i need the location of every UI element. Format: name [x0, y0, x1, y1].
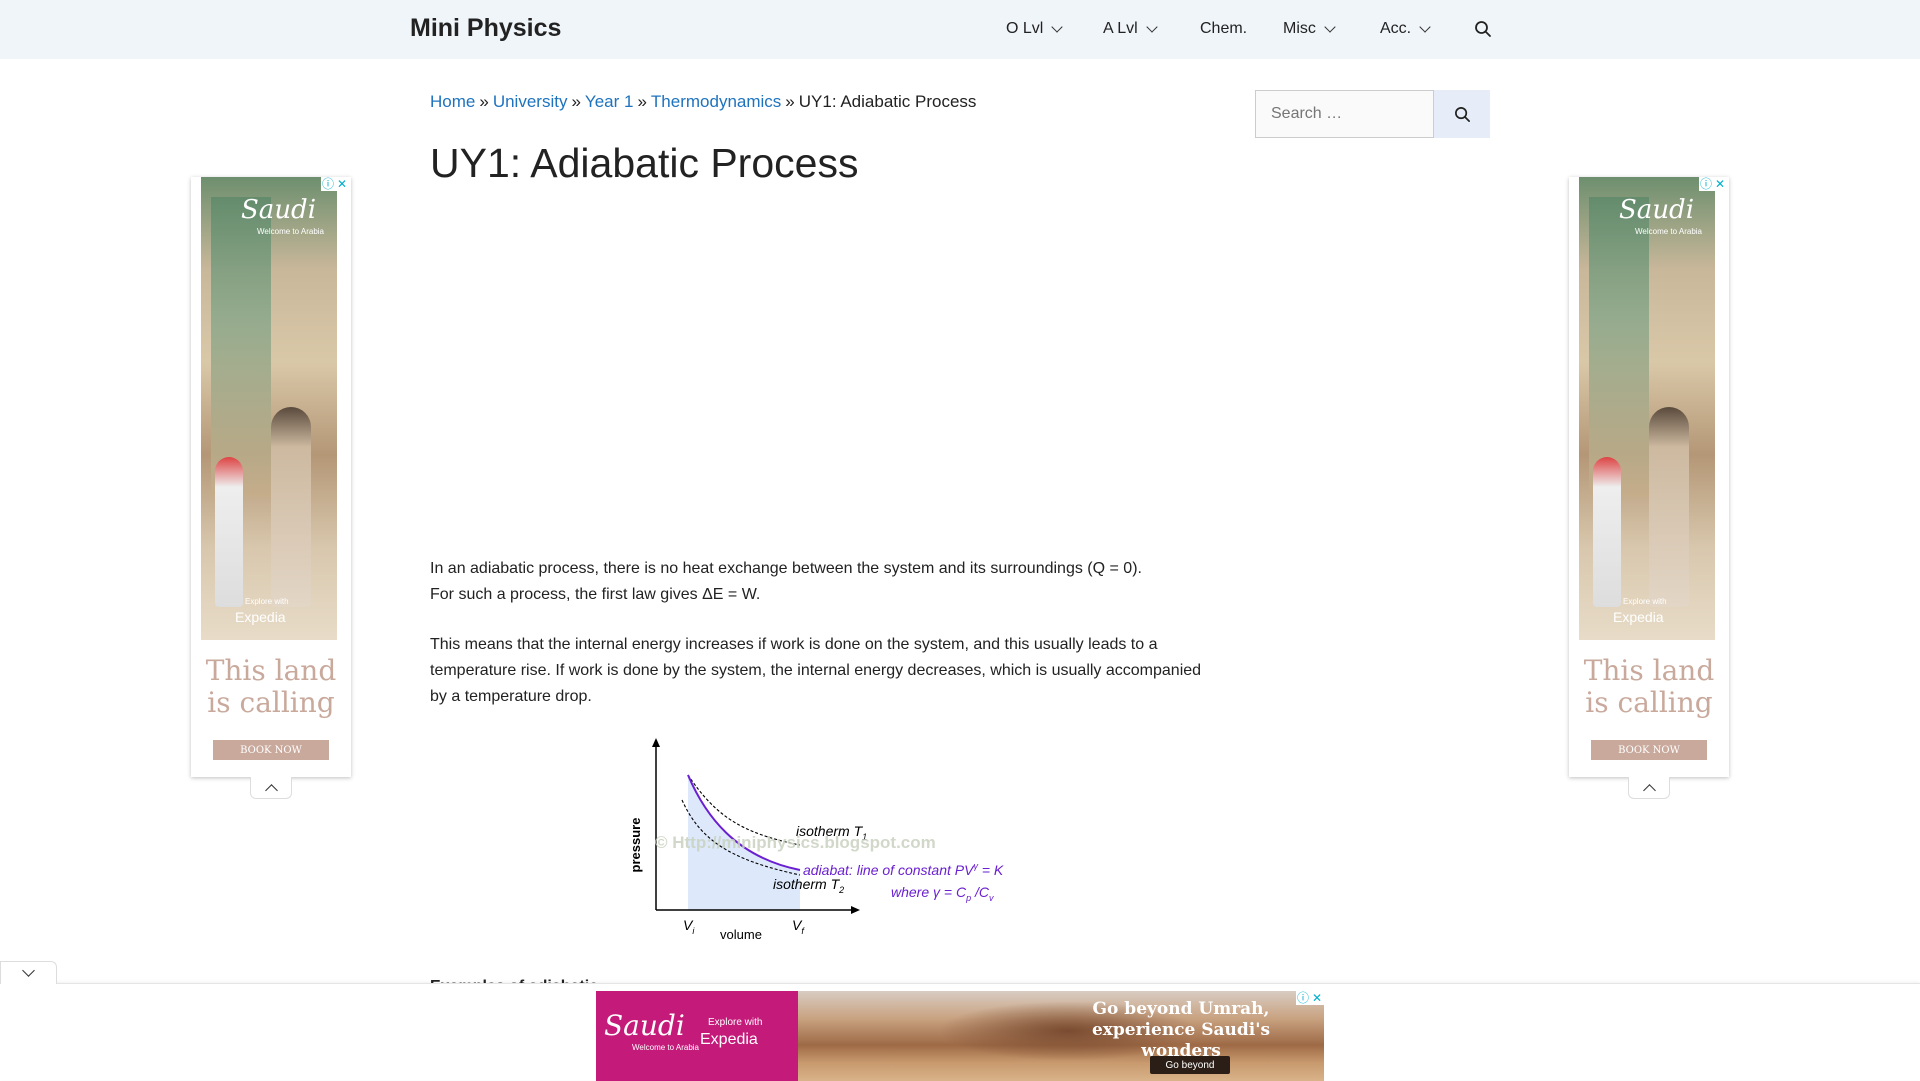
- svg-text:adiabat: line of constant PVγ: adiabat: line of constant PVγ = K: [803, 861, 1004, 878]
- svg-text:Vf: Vf: [792, 917, 805, 936]
- collapse-ad-button[interactable]: [250, 777, 292, 799]
- nav-item-o-lvl[interactable]: O Lvl: [1006, 20, 1064, 38]
- chevron-down-icon: [22, 964, 35, 977]
- isotherm-t2-label: isotherm T: [773, 876, 841, 892]
- ad-photo-building: [1589, 197, 1649, 497]
- chevron-down-icon: [1146, 21, 1158, 33]
- ad-book-now-button[interactable]: BOOK NOW: [213, 740, 329, 760]
- paragraph-line: For such a process, the first law gives …: [430, 586, 761, 603]
- collapse-ad-button[interactable]: [1628, 777, 1670, 799]
- ad-tagline: This land is calling: [1583, 654, 1715, 719]
- close-icon[interactable]: ✕: [335, 177, 349, 191]
- ad-photo: [201, 177, 337, 640]
- breadcrumb-link-home[interactable]: Home: [430, 92, 475, 111]
- nav-item-misc[interactable]: Misc: [1283, 20, 1336, 38]
- nav-label: Acc.: [1380, 20, 1412, 37]
- page-title: UY1: Adiabatic Process: [430, 140, 859, 186]
- chevron-down-icon: [1051, 21, 1064, 33]
- right-side-ad[interactable]: Saudi Welcome to Arabia Explore with Exp…: [1569, 177, 1729, 777]
- ad-photo-figure: [271, 407, 311, 607]
- collapse-bottom-ad-button[interactable]: [0, 961, 57, 984]
- x-axis-arrow: [851, 906, 860, 914]
- nav-label: O Lvl: [1006, 20, 1044, 37]
- vf-subscript: f: [801, 926, 805, 936]
- close-icon[interactable]: ✕: [1713, 177, 1727, 191]
- chevron-down-icon: [1419, 21, 1431, 33]
- left-side-ad[interactable]: Saudi Welcome to Arabia Explore with Exp…: [191, 177, 351, 777]
- breadcrumb-separator: »: [479, 92, 489, 111]
- nav-label: A Lvl: [1103, 20, 1138, 37]
- ad-brand-panel: Saudi Welcome to Arabia Explore with Exp…: [596, 991, 798, 1081]
- search-icon: [1454, 106, 1470, 122]
- paragraph-line: In an adiabatic process, there is no hea…: [430, 560, 1142, 577]
- ad-brand: Saudi: [241, 195, 317, 225]
- ad-photo-figure: [1593, 457, 1621, 607]
- vi-subscript: i: [692, 926, 695, 936]
- ad-brand-sub: Welcome to Arabia: [257, 227, 324, 236]
- ad-explore-text: Explore with: [1623, 597, 1667, 606]
- ad-photo-figure: [1649, 407, 1689, 607]
- nav-item-acc[interactable]: Acc.: [1380, 20, 1431, 38]
- gamma-v-subscript: v: [989, 893, 994, 903]
- isotherm-t2-subscript: 2: [838, 885, 844, 895]
- adiabat-rhs: = K: [978, 862, 1004, 878]
- article-paragraph: This means that the internal energy incr…: [430, 636, 1202, 705]
- ad-brand-sub: Welcome to Arabia: [1635, 227, 1702, 236]
- nav-item-chem[interactable]: Chem.: [1200, 20, 1247, 38]
- ad-expedia-logo: Expedia: [235, 609, 286, 625]
- search-icon[interactable]: [1474, 20, 1492, 38]
- close-icon[interactable]: ✕: [1310, 991, 1324, 1005]
- ad-choices-icon[interactable]: ⓘ: [321, 177, 335, 191]
- ad-tagline: This land is calling: [205, 654, 337, 719]
- chevron-up-icon: [1642, 783, 1656, 797]
- breadcrumb: Home» University» Year 1» Thermodynamics» UY…: [430, 92, 976, 112]
- x-axis-label: volume: [720, 927, 762, 942]
- ad-brand-sub: Welcome to Arabia: [632, 1043, 699, 1052]
- breadcrumb-separator: »: [785, 92, 795, 111]
- watermark: © Http://miniphysics.blogspot.com: [655, 833, 936, 852]
- search-input[interactable]: [1255, 90, 1434, 138]
- ad-photo: [1579, 177, 1715, 640]
- y-axis-arrow: [652, 738, 660, 747]
- chevron-up-icon: [264, 783, 278, 797]
- breadcrumb-link-year-1[interactable]: Year 1: [585, 92, 634, 111]
- breadcrumb-separator: »: [637, 92, 647, 111]
- svg-text:Vi: Vi: [683, 917, 695, 936]
- ad-headline: Go beyond Umrah, experience Saudi's wond…: [1091, 999, 1271, 1061]
- ad-photo-figure: [215, 457, 243, 607]
- ad-photo-building: [211, 197, 271, 497]
- breadcrumb-separator: »: [571, 92, 581, 111]
- breadcrumb-link-university[interactable]: University: [493, 92, 568, 111]
- ad-explore-text: Explore with: [245, 597, 289, 606]
- nav-item-a-lvl[interactable]: A Lvl: [1103, 20, 1158, 38]
- ad-choices-icon[interactable]: ⓘ: [1296, 991, 1310, 1005]
- ad-choices-icon[interactable]: ⓘ: [1699, 177, 1713, 191]
- breadcrumb-link-thermodynamics[interactable]: Thermodynamics: [651, 92, 781, 111]
- gamma-definition: where γ = C: [891, 884, 967, 900]
- site-header: Mini Physics O Lvl A Lvl Chem. Misc Acc.: [0, 0, 1920, 59]
- ad-brand: Saudi: [604, 1009, 685, 1042]
- y-axis-label: pressure: [628, 818, 643, 873]
- search-button[interactable]: [1434, 90, 1490, 138]
- adiabatic-pv-diagram: pressure volume Vi Vf isotherm T1 isothe…: [628, 738, 1004, 942]
- ad-expedia-logo: Expedia: [1613, 609, 1664, 625]
- article-paragraph: In an adiabatic process, there is no hea…: [430, 556, 1210, 608]
- nav-label: Chem.: [1200, 20, 1248, 37]
- ad-cta-button[interactable]: Go beyond: [1150, 1056, 1230, 1074]
- chevron-down-icon: [1324, 21, 1336, 33]
- nav-label: Misc: [1283, 20, 1316, 37]
- ad-expedia-logo: Expedia: [700, 1031, 758, 1048]
- ad-explore-text: Explore with: [708, 1017, 763, 1028]
- adiabat-label: adiabat: line of constant PV: [803, 862, 975, 878]
- ad-book-now-button[interactable]: BOOK NOW: [1591, 740, 1707, 760]
- breadcrumb-current: UY1: Adiabatic Process: [798, 92, 977, 111]
- ad-brand: Saudi: [1619, 195, 1695, 225]
- svg-text:where γ = Cp /Cv: where γ = Cp /Cv: [891, 884, 994, 903]
- bottom-banner-ad[interactable]: Saudi Welcome to Arabia Explore with Exp…: [596, 991, 1324, 1081]
- site-title[interactable]: Mini Physics: [410, 14, 561, 43]
